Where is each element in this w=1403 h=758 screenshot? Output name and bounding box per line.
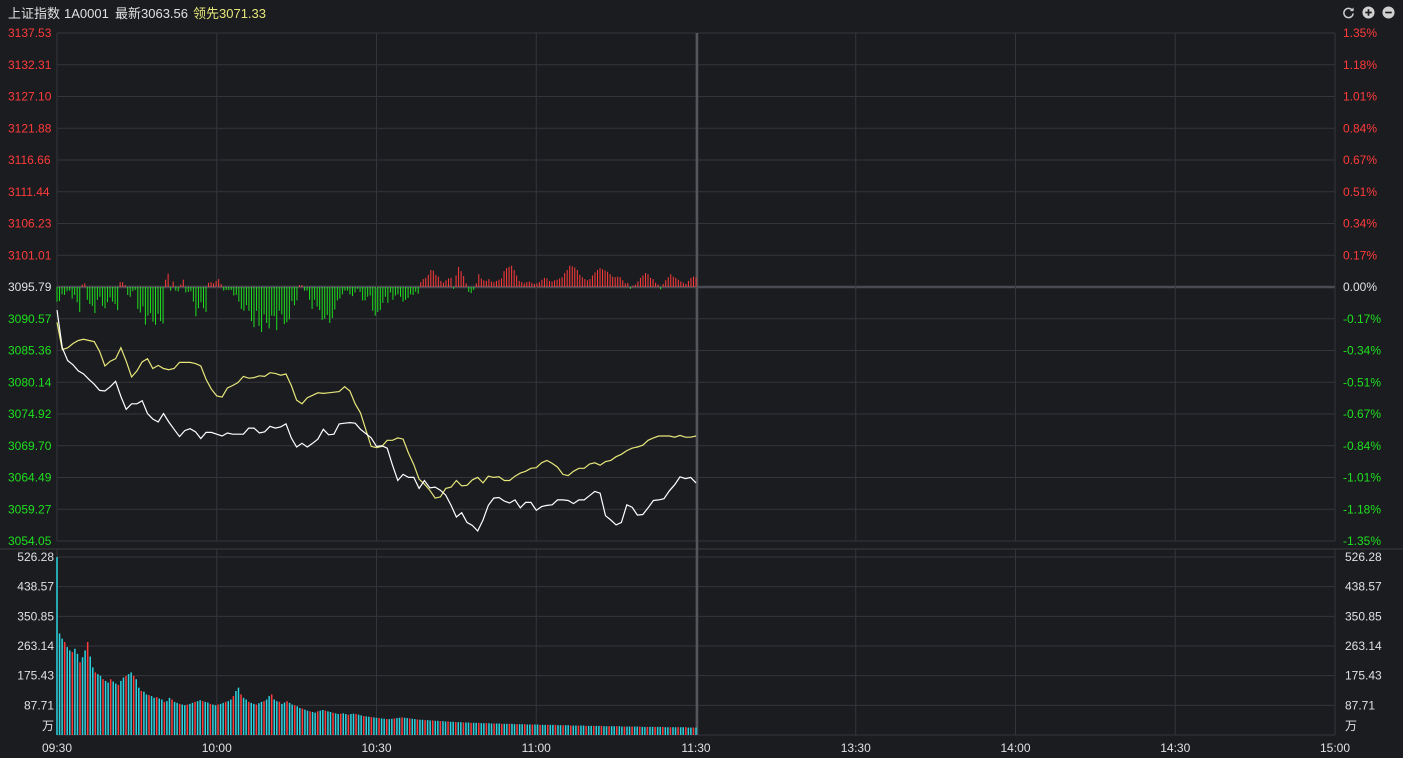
latest-label: 最新 — [115, 6, 142, 21]
pct-tick-label: -0.34% — [1343, 344, 1381, 358]
index-name: 上证指数 — [8, 6, 61, 21]
pct-tick-label: 0.84% — [1343, 121, 1377, 135]
pct-tick-label: 1.35% — [1343, 26, 1377, 40]
volume-tick-label-right: 263.14 — [1345, 639, 1382, 653]
price-tick-label: 3064.49 — [8, 471, 52, 485]
price-tick-label: 3059.27 — [8, 502, 52, 516]
price-tick-label: 3095.79 — [8, 280, 52, 294]
time-tick-label: 09:30 — [42, 741, 72, 755]
price-tick-label: 3101.01 — [8, 248, 52, 262]
price-tick-label: 3127.10 — [8, 90, 52, 104]
price-tick-label: 3106.23 — [8, 217, 52, 231]
time-tick-label: 10:30 — [361, 741, 391, 755]
pct-tick-label: -1.18% — [1343, 502, 1381, 516]
price-tick-label: 3054.05 — [8, 534, 52, 548]
price-tick-label: 3085.36 — [8, 344, 52, 358]
price-tick-label: 3121.88 — [8, 121, 52, 135]
time-tick-label: 10:00 — [202, 741, 232, 755]
price-tick-label: 3132.31 — [8, 58, 52, 72]
zoom-in-icon[interactable] — [1362, 6, 1375, 19]
zoom-out-icon[interactable] — [1382, 6, 1395, 19]
volume-tick-label: 438.57 — [17, 580, 54, 594]
pct-tick-label: 0.67% — [1343, 153, 1377, 167]
volume-tick-label-right: 87.71 — [1345, 698, 1375, 712]
volume-tick-label: 526.28 — [17, 550, 54, 564]
pct-tick-label: -0.51% — [1343, 375, 1381, 389]
pct-tick-label: 0.34% — [1343, 217, 1377, 231]
price-tick-label: 3080.14 — [8, 375, 52, 389]
price-tick-label: 3111.44 — [8, 185, 50, 199]
price-tick-label: 3074.92 — [8, 407, 52, 421]
time-tick-label: 11:30 — [681, 741, 710, 755]
pct-tick-label: 0.51% — [1343, 185, 1377, 199]
price-tick-label: 3137.53 — [8, 26, 52, 40]
price-tick-label: 3090.57 — [8, 312, 52, 326]
pct-tick-label: 0.17% — [1343, 248, 1377, 262]
refresh-icon[interactable] — [1342, 6, 1355, 19]
time-tick-label: 13:30 — [841, 741, 871, 755]
volume-tick-label-right: 526.28 — [1345, 550, 1382, 564]
time-tick-label: 11:00 — [522, 741, 551, 755]
volume-tick-label-right: 438.57 — [1345, 580, 1382, 594]
volume-tick-label: 175.43 — [17, 669, 54, 683]
latest-value: 3063.56 — [141, 6, 188, 21]
volume-tick-label-right: 175.43 — [1345, 669, 1382, 683]
pct-tick-label: 0.00% — [1343, 280, 1377, 294]
price-tick-label: 3116.66 — [8, 153, 51, 167]
time-tick-label: 14:30 — [1160, 741, 1190, 755]
pct-tick-label: -0.67% — [1343, 407, 1381, 421]
volume-unit-label: 万 — [42, 719, 54, 733]
lead-label: 领先 — [193, 6, 220, 21]
pct-tick-label: -0.84% — [1343, 439, 1381, 453]
price-tick-label: 3069.70 — [8, 439, 52, 453]
pct-tick-label: 1.18% — [1343, 58, 1377, 72]
time-tick-label: 15:00 — [1320, 741, 1350, 755]
intraday-chart: 3137.53 1.35% 3132.31 1.18% 3127.10 1.01% 3121… — [0, 26, 1403, 755]
volume-tick-label: 87.71 — [24, 698, 54, 712]
index-code: 1A0001 — [64, 6, 109, 21]
pct-tick-label: -1.01% — [1343, 471, 1381, 485]
volume-tick-label: 263.14 — [17, 639, 54, 653]
pct-tick-label: -1.35% — [1343, 534, 1381, 548]
volume-tick-label-right: 350.85 — [1345, 609, 1382, 623]
time-tick-label: 14:00 — [1000, 741, 1030, 755]
lead-value: 3071.33 — [219, 6, 266, 21]
chart-header: 上证指数 1A0001 最新 3063.56 领先 3071.33 — [0, 0, 1403, 26]
volume-unit-label-right: 万 — [1345, 719, 1357, 733]
pct-tick-label: 1.01% — [1343, 90, 1377, 104]
volume-tick-label: 350.85 — [17, 609, 54, 623]
pct-tick-label: -0.17% — [1343, 312, 1381, 326]
